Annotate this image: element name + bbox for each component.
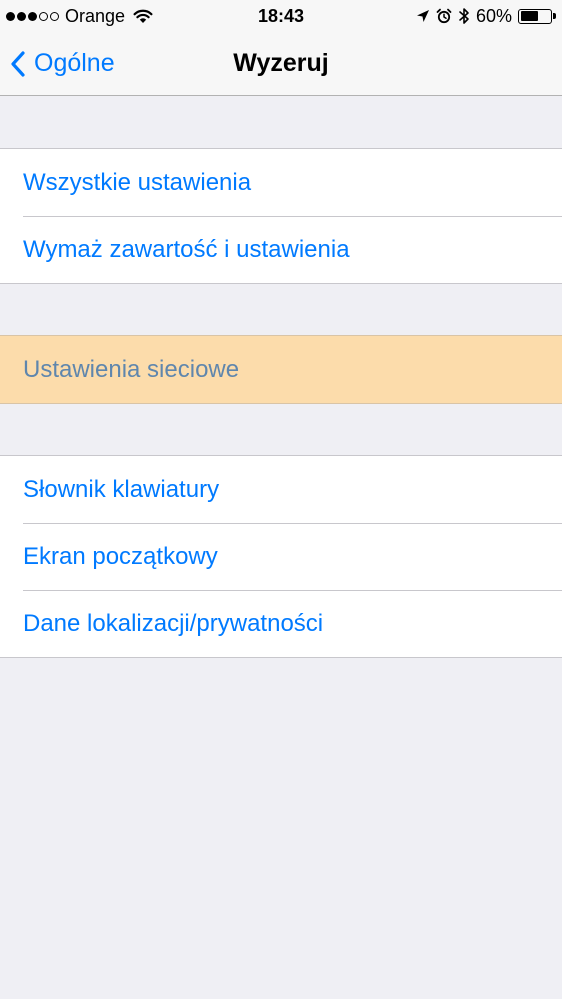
reset-all-settings-cell[interactable]: Wszystkie ustawienia	[0, 149, 562, 216]
cell-label: Ustawienia sieciowe	[23, 355, 240, 383]
bluetooth-icon	[459, 8, 469, 24]
location-arrow-icon	[416, 10, 429, 22]
reset-keyboard-dictionary-cell[interactable]: Słownik klawiatury	[0, 456, 562, 523]
erase-content-and-settings-cell[interactable]: Wymaż zawartość i ustawienia	[0, 216, 562, 283]
status-bar: Orange 18:43 60%	[0, 0, 562, 32]
cell-label: Ekran początkowy	[23, 542, 218, 570]
cell-label: Wymaż zawartość i ustawienia	[23, 235, 350, 263]
status-bar-right: 60%	[416, 4, 556, 28]
battery-fill	[520, 11, 538, 21]
cell-label: Słownik klawiatury	[23, 475, 220, 503]
cell-label: Wszystkie ustawienia	[23, 168, 252, 196]
settings-group-3: Słownik klawiatury Ekran początkowy Dane…	[0, 455, 562, 658]
settings-group-1: Wszystkie ustawienia Wymaż zawartość i u…	[0, 148, 562, 284]
navigation-bar: Ogólne Wyzeruj	[0, 32, 562, 96]
reset-home-screen-cell[interactable]: Ekran początkowy	[0, 523, 562, 590]
reset-location-privacy-cell[interactable]: Dane lokalizacji/prywatności	[0, 590, 562, 657]
page-title: Wyzeruj	[233, 49, 329, 77]
alarm-clock-icon	[436, 8, 452, 24]
battery-percent: 60%	[475, 5, 512, 26]
settings-group-2: Ustawienia sieciowe	[0, 335, 562, 404]
battery-icon	[518, 8, 556, 24]
reset-network-settings-cell[interactable]: Ustawienia sieciowe	[0, 336, 562, 403]
cell-label: Dane lokalizacji/prywatności	[23, 609, 324, 637]
